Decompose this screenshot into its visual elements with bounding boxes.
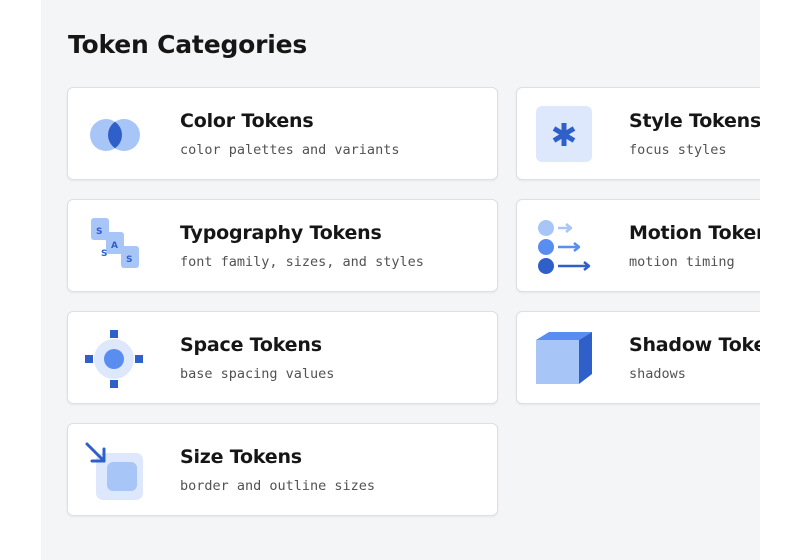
cube-icon: [534, 330, 592, 388]
card-description: border and outline sizes: [180, 478, 376, 494]
card-space-tokens[interactable]: Space Tokens base spacing values: [67, 311, 498, 404]
page-title: Token Categories: [68, 30, 308, 59]
icon-letter: S: [96, 227, 102, 237]
card-description: motion timing: [629, 254, 735, 270]
card-title: Color Tokens: [180, 110, 314, 132]
card-color-tokens[interactable]: Color Tokens color palettes and variants: [67, 87, 498, 180]
card-style-tokens[interactable]: Style Tokens focus styles: [516, 87, 760, 180]
card-title: Motion Tokens: [629, 222, 760, 244]
card-description: font family, sizes, and styles: [180, 254, 424, 270]
card-title: Space Tokens: [180, 334, 322, 356]
card-size-tokens[interactable]: Size Tokens border and outline sizes: [67, 423, 498, 516]
card-title: Style Tokens: [629, 110, 760, 132]
card-shadow-tokens[interactable]: Shadow Tokens shadows: [516, 311, 760, 404]
card-description: base spacing values: [180, 366, 335, 382]
card-description: focus styles: [629, 142, 727, 158]
asterisk-icon: [534, 106, 592, 164]
sass-blocks-icon: S A S S: [85, 218, 143, 276]
card-title: Typography Tokens: [180, 222, 382, 244]
card-description: color palettes and variants: [180, 142, 400, 158]
card-title: Size Tokens: [180, 446, 302, 468]
resize-arrow-icon: [85, 442, 143, 500]
card-motion-tokens[interactable]: Motion Tokens motion timing: [516, 199, 760, 292]
token-categories-panel: Token Categories Color Tokens color pale…: [41, 0, 760, 560]
icon-letter: S: [101, 249, 107, 259]
overlapping-circles-icon: [85, 106, 143, 164]
card-title: Shadow Tokens: [629, 334, 760, 356]
spacing-target-icon: [85, 330, 143, 388]
icon-letter: S: [126, 255, 132, 265]
card-typography-tokens[interactable]: S A S S Typography Tokens font family, s…: [67, 199, 498, 292]
card-description: shadows: [629, 366, 686, 382]
motion-arrows-icon: [534, 218, 592, 276]
icon-letter: A: [111, 241, 118, 251]
